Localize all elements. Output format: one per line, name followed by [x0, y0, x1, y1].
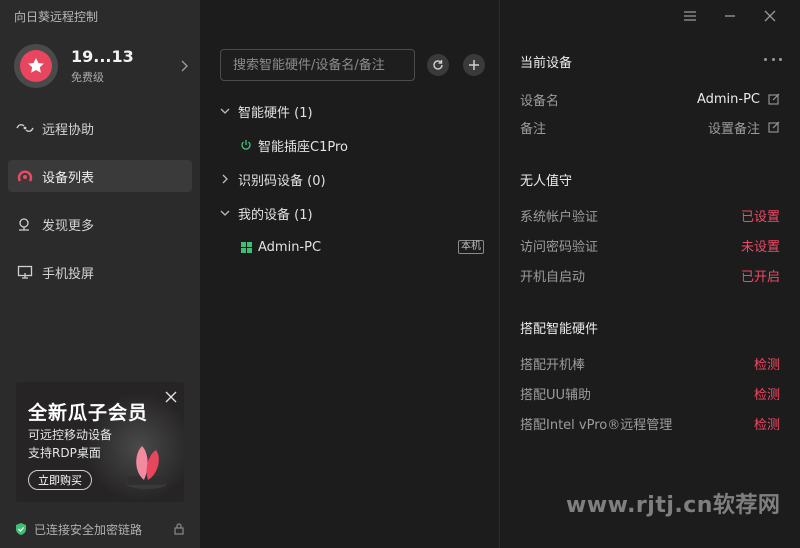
- windows-icon: [240, 241, 252, 253]
- search-box[interactable]: [220, 49, 415, 81]
- tree-group-my-devices[interactable]: 我的设备 (1): [218, 196, 488, 230]
- section-title-unattended: 无人值守: [520, 174, 573, 189]
- detect-uu-assist-link[interactable]: 检测: [754, 384, 780, 403]
- connection-status: 已连接安全加密链路: [14, 520, 186, 538]
- row-label: 设备名: [520, 93, 560, 109]
- sidebar-item-label: 设备列表: [42, 170, 95, 186]
- tree-item-smart-plug[interactable]: 智能插座C1Pro: [218, 128, 488, 162]
- device-name-value: Admin-PC: [696, 91, 760, 107]
- edit-icon[interactable]: [768, 93, 780, 105]
- star-icon: [28, 58, 44, 73]
- chevron-down-icon[interactable]: [218, 206, 232, 220]
- screen-cast-icon: [16, 263, 34, 281]
- section-title-smart-hardware: 搭配智能硬件: [520, 322, 599, 337]
- section-title-current-device: 当前设备: [520, 56, 573, 71]
- row-label: 开机自启动: [520, 269, 586, 285]
- profile-card[interactable]: 19...13 免费级: [14, 42, 192, 90]
- tree-group-id-devices[interactable]: 识别码设备 (0): [218, 162, 488, 196]
- row-label: 系统帐户验证: [520, 209, 599, 225]
- row-label: 访问密码验证: [520, 239, 599, 255]
- lock-icon[interactable]: [172, 522, 186, 536]
- uu-assist-row: 搭配UU辅助 检测: [520, 383, 780, 403]
- remote-assist-icon: [16, 119, 34, 137]
- local-machine-badge: 本机: [458, 240, 484, 254]
- detect-power-stick-link[interactable]: 检测: [754, 354, 780, 373]
- sidebar-nav: 远程协助 设备列表 发现更多 手机投屏: [8, 112, 192, 304]
- detect-intel-vpro-link[interactable]: 检测: [754, 414, 780, 433]
- sidebar-item-label: 手机投屏: [42, 266, 95, 282]
- group-label: 智能硬件 (1): [238, 105, 313, 121]
- profile-level: 免费级: [71, 71, 104, 84]
- discover-icon: [16, 215, 34, 233]
- refresh-button[interactable]: [427, 54, 449, 76]
- melon-seed-icon: [127, 446, 167, 489]
- device-name-row[interactable]: 设备名 Admin-PC: [520, 89, 780, 109]
- close-icon: [764, 10, 776, 22]
- sidebar-item-label: 发现更多: [42, 218, 95, 234]
- promo-title: 全新瓜子会员: [28, 402, 149, 424]
- group-label: 识别码设备 (0): [238, 173, 326, 189]
- device-tree: 智能硬件 (1) 智能插座C1Pro 识别码设备 (0) 我的设备 (1) Ad…: [218, 94, 488, 264]
- intel-vpro-row: 搭配Intel vPro®远程管理 检测: [520, 413, 780, 433]
- window-controls: [670, 6, 790, 26]
- remark-value: 设置备注: [707, 121, 760, 137]
- row-label: 备注: [520, 121, 547, 137]
- avatar[interactable]: [14, 44, 58, 88]
- row-label: 搭配开机棒: [520, 357, 586, 373]
- close-button[interactable]: [750, 6, 790, 26]
- minimize-button[interactable]: [710, 6, 750, 26]
- plus-icon: [469, 60, 479, 70]
- device-list-panel: 智能硬件 (1) 智能插座C1Pro 识别码设备 (0) 我的设备 (1) Ad…: [200, 0, 500, 548]
- app-title: 向日葵远程控制: [14, 10, 99, 24]
- shield-check-icon: [16, 523, 26, 535]
- system-account-status-link[interactable]: 已设置: [741, 206, 780, 225]
- row-label: 搭配Intel vPro®远程管理: [520, 417, 673, 433]
- edit-icon[interactable]: [768, 121, 780, 133]
- hamburger-icon: [684, 11, 696, 21]
- device-detail-panel: 当前设备 设备名 Admin-PC 备注 设置备注 无人值守 系统帐户验证 已设…: [501, 0, 800, 548]
- close-icon[interactable]: [164, 390, 178, 404]
- watermark-text: www.rjtj.cn软荐网: [566, 493, 781, 518]
- item-label: 智能插座C1Pro: [258, 139, 348, 155]
- promo-line: 支持RDP桌面: [28, 446, 101, 460]
- chevron-down-icon[interactable]: [218, 104, 232, 118]
- profile-name: 19...13: [71, 47, 134, 66]
- chevron-right-icon[interactable]: [218, 172, 232, 186]
- power-icon: [240, 139, 252, 151]
- device-list-icon: [16, 167, 34, 185]
- sidebar: 向日葵远程控制 19...13 免费级 远程协助 设备列表 发现更多 手机投屏 …: [0, 0, 200, 548]
- power-stick-row: 搭配开机棒 检测: [520, 353, 780, 373]
- minimize-icon: [725, 15, 735, 17]
- refresh-icon: [433, 60, 443, 70]
- auto-start-status-link[interactable]: 已开启: [741, 266, 780, 285]
- menu-button[interactable]: [670, 6, 710, 26]
- access-password-row: 访问密码验证 未设置: [520, 235, 780, 255]
- search-input[interactable]: [221, 50, 414, 80]
- sidebar-item-remote-assist[interactable]: 远程协助: [8, 112, 192, 144]
- access-password-status-link[interactable]: 未设置: [741, 236, 780, 255]
- sidebar-item-screen-cast[interactable]: 手机投屏: [8, 256, 192, 288]
- more-options-icon[interactable]: [764, 52, 782, 66]
- sidebar-item-device-list[interactable]: 设备列表: [8, 160, 192, 192]
- chevron-right-icon[interactable]: [176, 58, 192, 74]
- buy-now-button[interactable]: 立即购买: [28, 470, 92, 490]
- sidebar-item-label: 远程协助: [42, 122, 95, 138]
- tree-item-admin-pc[interactable]: Admin-PC 本机: [218, 230, 488, 264]
- status-text: 已连接安全加密链路: [34, 522, 143, 537]
- row-label: 搭配UU辅助: [520, 387, 592, 403]
- tree-group-smart-hardware[interactable]: 智能硬件 (1): [218, 94, 488, 128]
- add-device-button[interactable]: [463, 54, 485, 76]
- remark-row[interactable]: 备注 设置备注: [520, 117, 780, 137]
- item-label: Admin-PC: [258, 239, 322, 255]
- group-label: 我的设备 (1): [238, 207, 313, 223]
- sidebar-item-discover[interactable]: 发现更多: [8, 208, 192, 240]
- promo-banner[interactable]: 全新瓜子会员 可远控移动设备 支持RDP桌面 立即购买: [16, 382, 184, 502]
- promo-line: 可远控移动设备: [28, 428, 113, 442]
- system-account-row: 系统帐户验证 已设置: [520, 205, 780, 225]
- auto-start-row: 开机自启动 已开启: [520, 265, 780, 285]
